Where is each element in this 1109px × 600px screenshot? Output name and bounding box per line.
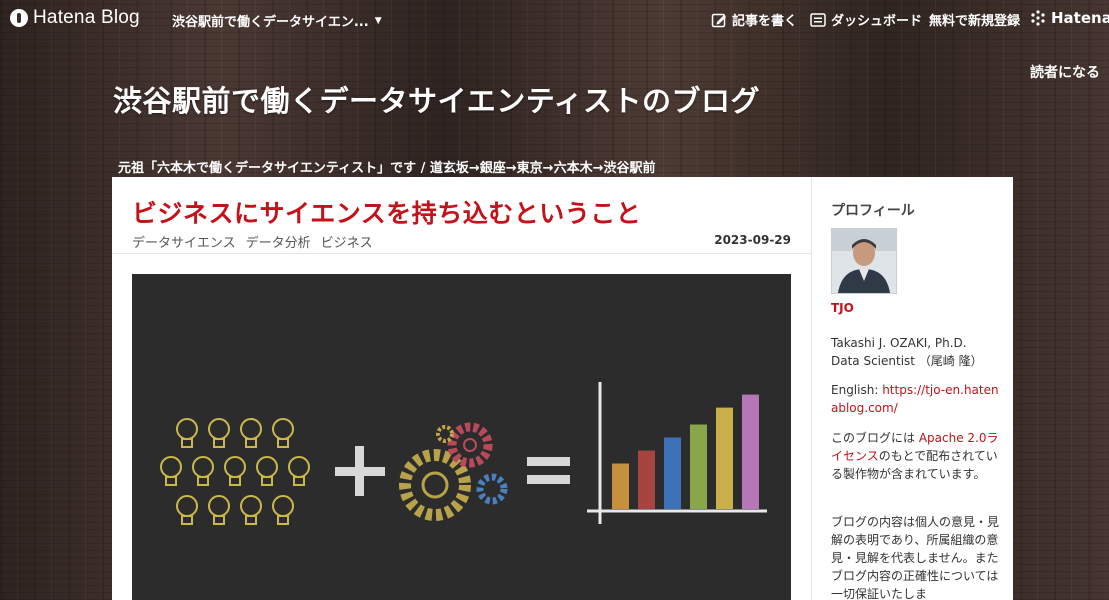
- license-text: このブログには: [831, 431, 919, 445]
- category-link[interactable]: ビジネス: [321, 232, 373, 251]
- profile-bio: Takashi J. OZAKI, Ph.D. Data Scientist （…: [831, 334, 999, 370]
- chart-bar: [664, 437, 681, 509]
- register-link[interactable]: 無料で新規登録: [929, 10, 1020, 29]
- eyecatch-image: [132, 274, 791, 600]
- hatena-blog-icon: [10, 9, 28, 27]
- sidebar: プロフィール TJO Takashi J. OZAKI, Ph.D. Data …: [812, 177, 1013, 600]
- main-content: ビジネスにサイエンスを持ち込むということ データサイエンス データ分析 ビジネス…: [112, 177, 812, 600]
- profile-heading: プロフィール: [831, 203, 915, 219]
- license-note: このブログには Apache 2.0ライセンスのもとで配布されている製作物が含ま…: [831, 429, 999, 483]
- category-link[interactable]: データ分析: [246, 232, 311, 251]
- pencil-icon: [711, 12, 727, 28]
- write-post-label: 記事を書く: [732, 14, 798, 29]
- subscribe-button[interactable]: 読者になる: [1030, 62, 1100, 82]
- brand-text: Hatena Blog: [33, 7, 140, 28]
- dashboard-link[interactable]: ダッシュボード: [810, 10, 922, 29]
- blog-description: 元祖「六本木で働くデータサイエンティスト」です / 道玄坂→銀座→東京→六本木→…: [118, 161, 656, 176]
- chart-bar: [716, 407, 733, 509]
- bio-line: Takashi J. OZAKI, Ph.D.: [831, 336, 967, 350]
- hatena-label: Hatena: [1051, 9, 1109, 27]
- english-blog: English: https://tjo-en.hatenablog.com/: [831, 381, 999, 417]
- write-post-link[interactable]: 記事を書く: [711, 10, 797, 29]
- chart-bar: [742, 394, 759, 509]
- entry-title[interactable]: ビジネスにサイエンスを持ち込むということ: [132, 194, 641, 230]
- global-header: Hatena Blog 渋谷駅前で働くデータサイエン... ▼ 記事を書く ダッ…: [0, 0, 1109, 38]
- blog-select-dropdown[interactable]: 渋谷駅前で働くデータサイエン... ▼: [172, 11, 382, 30]
- chart-bar: [638, 450, 655, 509]
- entry-categories: データサイエンス データ分析 ビジネス: [132, 232, 373, 251]
- register-label: 無料で新規登録: [929, 14, 1021, 29]
- hatena-menu[interactable]: Hatena: [1030, 9, 1109, 27]
- hatena-blog-logo[interactable]: Hatena Blog: [10, 7, 140, 29]
- entry-date[interactable]: 2023-09-29: [714, 233, 791, 247]
- divider: [112, 253, 811, 254]
- profile-name-link[interactable]: TJO: [831, 301, 854, 315]
- chart-bar: [612, 463, 629, 509]
- bio-line: Data Scientist （尾崎 隆）: [831, 354, 983, 368]
- disclaimer: ブログの内容は個人の意見・見解の表明であり、所属組織の意見・見解を代表しません。…: [831, 515, 1000, 600]
- caret-down-icon: ▼: [374, 15, 382, 26]
- avatar[interactable]: [831, 228, 897, 294]
- blog-title[interactable]: 渋谷駅前で働くデータサイエンティストのブログ: [113, 78, 760, 120]
- english-label: English:: [831, 383, 883, 397]
- dashboard-icon: [810, 12, 826, 28]
- dashboard-label: ダッシュボード: [831, 14, 923, 29]
- chart-bar: [690, 424, 707, 509]
- hatena-dots-icon: [1030, 10, 1046, 26]
- category-link[interactable]: データサイエンス: [132, 232, 236, 251]
- blog-select-label: 渋谷駅前で働くデータサイエン...: [172, 15, 369, 30]
